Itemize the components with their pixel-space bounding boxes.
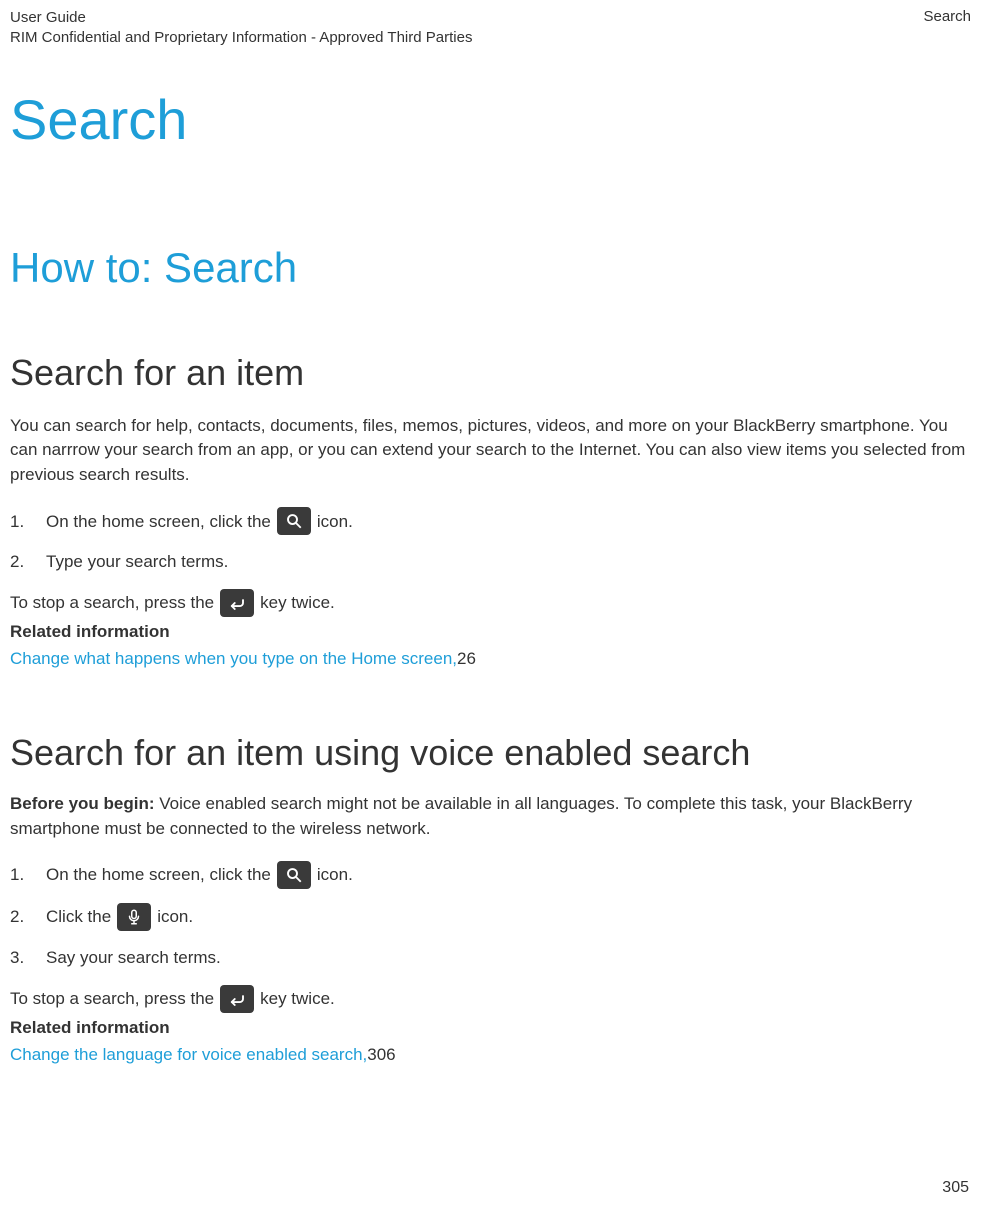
header-confidential: RIM Confidential and Proprietary Informa… [10,28,472,48]
step-1: On the home screen, click the icon. [10,507,971,535]
search-icon [277,861,311,889]
back-icon [220,589,254,617]
s2-related-link-page: 306 [367,1042,395,1068]
subsection-2-heading: Search for an item using voice enabled s… [10,732,971,774]
s2-related-link[interactable]: Change the language for voice enabled se… [10,1042,367,1068]
s2-stop-b: key twice. [260,986,335,1012]
s2-step1-b: icon. [317,862,353,888]
subsection-1-footer: To stop a search, press the key twice. R… [10,589,971,672]
s2-related-link-line: Change the language for voice enabled se… [10,1042,971,1068]
header-section: Search [923,8,971,49]
related-link[interactable]: Change what happens when you type on the… [10,646,457,672]
section-title: How to: Search [10,244,971,292]
step-1-text-b: icon. [317,509,353,535]
s2-related-label: Related information [10,1015,971,1041]
related-link-line: Change what happens when you type on the… [10,646,971,672]
stop-a: To stop a search, press the [10,590,214,616]
stop-b: key twice. [260,590,335,616]
subsection-2-steps: On the home screen, click the icon. Clic… [10,861,971,971]
s2-step2-a: Click the [46,904,111,930]
page-header: User Guide RIM Confidential and Propriet… [10,8,971,49]
s2-step-3: Say your search terms. [10,945,971,971]
page-number: 305 [942,1179,969,1197]
subsection-1-steps: On the home screen, click the icon. Type… [10,507,971,575]
subsection-1-heading: Search for an item [10,352,971,394]
s2-step-1: On the home screen, click the icon. [10,861,971,889]
s2-step2-b: icon. [157,904,193,930]
step-2-text: Type your search terms. [46,549,228,575]
microphone-icon [117,903,151,931]
header-left: User Guide RIM Confidential and Propriet… [10,8,472,49]
header-guide: User Guide [10,8,472,28]
before-you-begin: Before you begin: Voice enabled search m… [10,792,971,841]
step-2: Type your search terms. [10,549,971,575]
back-icon [220,985,254,1013]
page-title: Search [10,87,971,152]
s2-stop-line: To stop a search, press the key twice. [10,985,971,1013]
step-1-text-a: On the home screen, click the [46,509,271,535]
s2-step-2: Click the icon. [10,903,971,931]
related-label: Related information [10,619,971,645]
search-icon [277,507,311,535]
stop-search-line: To stop a search, press the key twice. [10,589,971,617]
related-link-page: 26 [457,646,476,672]
subsection-2-footer: To stop a search, press the key twice. R… [10,985,971,1068]
subsection-1-intro: You can search for help, contacts, docum… [10,414,971,488]
s2-step1-a: On the home screen, click the [46,862,271,888]
before-label: Before you begin: [10,794,155,813]
s2-step3-text: Say your search terms. [46,945,221,971]
s2-stop-a: To stop a search, press the [10,986,214,1012]
